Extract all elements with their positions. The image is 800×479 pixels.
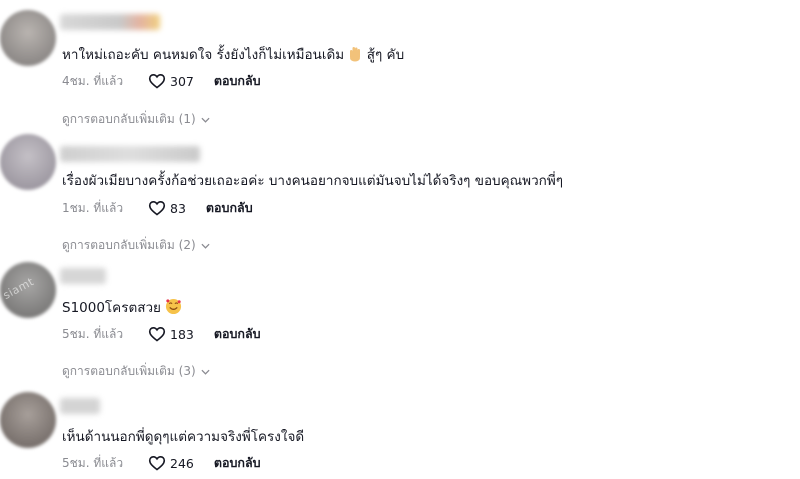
comment-text: หาใหม่เถอะคับ คนหมดใจ รั้งยังไงก็ไม่เหมื… xyxy=(62,46,404,67)
view-more-replies-label: ดูการตอบกลับเพิ่มเติม (1) xyxy=(62,112,196,126)
comment-body: หาใหม่เถอะคับ คนหมดใจ รั้งยังไงก็ไม่เหมื… xyxy=(62,47,345,63)
timestamp: 1ชม. ที่แล้ว xyxy=(62,200,124,215)
like-button[interactable]: 307 xyxy=(148,73,194,89)
view-more-replies-label: ดูการตอบกลับเพิ่มเติม (3) xyxy=(62,364,196,378)
timestamp: 4ชม. ที่แล้ว xyxy=(62,73,124,88)
comment-body: เห็นด้านนอกพี่ดูดุๆแต่ความจริงพี่โครงใจด… xyxy=(62,429,305,445)
chevron-down-icon xyxy=(201,117,210,123)
heart-icon xyxy=(148,201,166,216)
comment-body-suffix: สู้ๆ คับ xyxy=(366,47,405,63)
comment-meta: 1ชม. ที่แล้ว 83 ตอบกลับ xyxy=(62,199,253,217)
like-count: 246 xyxy=(170,455,194,471)
view-more-replies-button[interactable]: ดูการตอบกลับเพิ่มเติม (1) xyxy=(62,110,210,129)
comment-meta: 5ชม. ที่แล้ว 183 ตอบกลับ xyxy=(62,325,261,343)
heart-icon xyxy=(148,456,166,471)
username-blurred[interactable] xyxy=(60,268,106,284)
username-blurred[interactable] xyxy=(60,14,160,30)
reply-button[interactable]: ตอบกลับ xyxy=(214,453,261,473)
like-count: 307 xyxy=(170,73,194,89)
like-button[interactable]: 246 xyxy=(148,455,194,471)
avatar[interactable] xyxy=(0,392,56,448)
view-more-replies-label: ดูการตอบกลับเพิ่มเติม (2) xyxy=(62,238,196,252)
like-button[interactable]: 183 xyxy=(148,326,194,342)
comment-text: S1000โครตสวย xyxy=(62,298,182,320)
avatar[interactable] xyxy=(0,134,56,190)
username-blurred[interactable] xyxy=(60,146,200,162)
reply-button[interactable]: ตอบกลับ xyxy=(206,198,253,218)
like-button[interactable]: 83 xyxy=(148,200,186,216)
like-count: 183 xyxy=(170,326,194,342)
comment-text: เห็นด้านนอกพี่ดูดุๆแต่ความจริงพี่โครงใจด… xyxy=(62,428,304,446)
comment-body: เรื่องผัวเมียบางครั้งก้อช่วยเถอะอค่ะ บาง… xyxy=(62,173,563,189)
like-count: 83 xyxy=(170,200,186,216)
username-blurred[interactable] xyxy=(60,398,100,414)
avatar[interactable] xyxy=(0,10,56,66)
heart-icon xyxy=(148,74,166,89)
timestamp: 5ชม. ที่แล้ว xyxy=(62,326,124,341)
reply-button[interactable]: ตอบกลับ xyxy=(214,324,261,344)
reply-button[interactable]: ตอบกลับ xyxy=(214,71,261,91)
view-more-replies-button[interactable]: ดูการตอบกลับเพิ่มเติม (3) xyxy=(62,362,210,381)
comment-meta: 4ชม. ที่แล้ว 307 ตอบกลับ xyxy=(62,72,261,90)
raised-hand-icon xyxy=(348,46,362,67)
chevron-down-icon xyxy=(201,369,210,375)
timestamp: 5ชม. ที่แล้ว xyxy=(62,455,124,470)
smiling-hearts-icon xyxy=(165,298,182,320)
heart-icon xyxy=(148,327,166,342)
comment-body: S1000โครตสวย xyxy=(62,300,161,316)
view-more-replies-button[interactable]: ดูการตอบกลับเพิ่มเติม (2) xyxy=(62,236,210,255)
comment-text: เรื่องผัวเมียบางครั้งก้อช่วยเถอะอค่ะ บาง… xyxy=(62,172,563,190)
comment-meta: 5ชม. ที่แล้ว 246 ตอบกลับ xyxy=(62,454,261,472)
chevron-down-icon xyxy=(201,243,210,249)
